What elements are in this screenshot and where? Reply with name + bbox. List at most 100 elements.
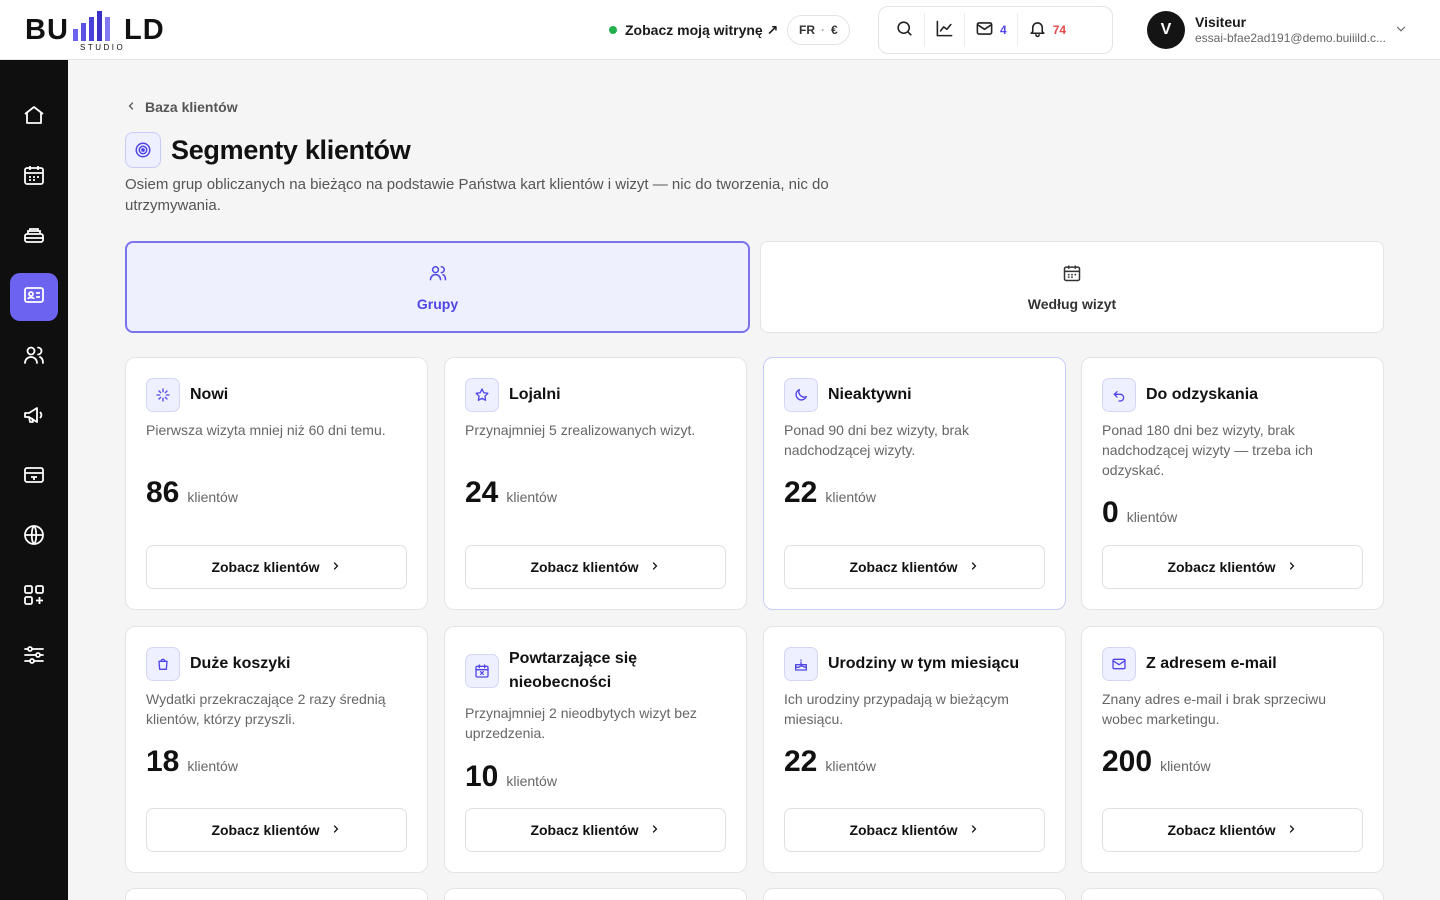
sidebar <box>0 60 68 900</box>
sidebar-item-team[interactable] <box>10 333 58 381</box>
sidebar-item-register[interactable] <box>10 453 58 501</box>
segment-count-value: 18 <box>146 745 180 778</box>
segment-count-value: 200 <box>1102 745 1153 778</box>
segment-card-to-recover: Do odzyskania Ponad 180 dni bez wizyty, … <box>1081 357 1384 610</box>
view-clients-button[interactable]: Zobacz klientów <box>1102 808 1363 852</box>
messages-button[interactable]: 4 <box>964 13 1017 47</box>
segment-card-partial <box>763 888 1066 900</box>
segment-count-value: 22 <box>784 476 818 509</box>
sliders-icon <box>22 643 46 672</box>
search-button[interactable] <box>885 13 924 47</box>
contact-card-icon <box>22 283 46 312</box>
chevron-right-icon <box>1286 822 1298 838</box>
shopping-bag-icon <box>146 647 180 681</box>
sidebar-item-website[interactable] <box>10 513 58 561</box>
segment-description: Wydatki przekraczające 2 razy średnią kl… <box>146 691 386 727</box>
segment-title: Urodziny w tym miesiącu <box>828 655 1020 672</box>
user-menu[interactable]: V Visiteur essai-bfae2ad191@demo.buiiild… <box>1147 11 1387 49</box>
segment-count-unit: klientów <box>187 489 238 505</box>
segment-title: Powtarzające się nieobecności <box>509 650 638 691</box>
sidebar-item-services[interactable] <box>10 213 58 261</box>
segment-count: 86 klientów <box>146 476 238 510</box>
view-clients-button[interactable]: Zobacz klientów <box>784 545 1045 589</box>
tab-groups-label: Grupy <box>416 295 459 312</box>
stats-button[interactable] <box>924 13 964 47</box>
chevron-right-icon <box>330 559 342 575</box>
segment-card-loyal: Lojalni Przynajmniej 5 zrealizowanych wi… <box>444 357 747 610</box>
undo-icon <box>1102 378 1136 412</box>
sidebar-item-apps[interactable] <box>10 573 58 621</box>
segment-count: 22 klientów <box>784 745 876 779</box>
page-title: Segmenty klientów <box>171 135 411 165</box>
users-icon <box>22 343 46 372</box>
chevron-down-icon[interactable] <box>1394 22 1408 41</box>
notifications-button[interactable]: 74 <box>1016 13 1076 47</box>
language-label: FR <box>799 23 815 37</box>
segment-count-value: 0 <box>1102 496 1119 529</box>
tab-groups[interactable]: Grupy <box>125 241 750 333</box>
chevron-right-icon <box>649 822 661 838</box>
view-clients-button[interactable]: Zobacz klientów <box>146 808 407 852</box>
tab-by-visits[interactable]: Według wizyt <box>760 241 1384 333</box>
sidebar-item-marketing[interactable] <box>10 393 58 441</box>
segment-title: Duże koszyki <box>190 655 291 672</box>
segment-card-partial <box>1081 888 1384 900</box>
segment-title: Lojalni <box>509 386 561 403</box>
view-clients-button[interactable]: Zobacz klientów <box>784 808 1045 852</box>
users-icon <box>428 263 448 286</box>
view-clients-button[interactable]: Zobacz klientów <box>465 545 726 589</box>
view-clients-button[interactable]: Zobacz klientów <box>1102 545 1363 589</box>
segment-card-partial <box>125 888 428 900</box>
star-icon <box>465 378 499 412</box>
segment-title: Z adresem e-mail <box>1146 655 1277 672</box>
chevron-right-icon <box>1286 559 1298 575</box>
view-clients-label: Zobacz klientów <box>211 822 320 838</box>
view-clients-label: Zobacz klientów <box>849 822 958 838</box>
user-name: Visiteur <box>1195 14 1247 30</box>
segment-count-unit: klientów <box>1126 509 1178 525</box>
apps-icon <box>22 583 46 612</box>
page-description: Osiem grup obliczanych na bieżąco na pod… <box>125 176 829 214</box>
mail-icon <box>1102 647 1136 681</box>
status-dot <box>609 26 617 34</box>
segment-card-birthdays: Urodziny w tym miesiącu Ich urodziny prz… <box>763 626 1066 873</box>
currency-label: € <box>831 23 838 37</box>
segment-description: Ponad 90 dni bez wizyty, brak nadchodząc… <box>784 422 969 458</box>
breadcrumb-label: Baza klientów <box>145 99 238 115</box>
stack-icon <box>22 223 46 252</box>
view-site-label: Zobacz moją witrynę ↗ <box>625 21 779 38</box>
segment-count-value: 24 <box>465 476 499 509</box>
svg-text:STUDIO: STUDIO <box>80 43 125 52</box>
logo[interactable]: BU LD STUDIO <box>25 9 185 53</box>
chevron-right-icon <box>649 559 661 575</box>
sidebar-item-clients[interactable] <box>10 273 58 321</box>
search-icon <box>895 19 914 41</box>
bell-icon <box>1028 19 1047 41</box>
segment-count: 24 klientów <box>465 476 557 510</box>
segment-description: Znany adres e-mail i brak sprzeciwu wobe… <box>1102 691 1327 727</box>
segment-tabs: Grupy Według wizyt <box>125 241 1384 333</box>
avatar: V <box>1147 11 1185 49</box>
segment-count-value: 22 <box>784 745 818 778</box>
segment-count-unit: klientów <box>506 773 557 789</box>
chevron-right-icon <box>330 822 342 838</box>
sidebar-item-home[interactable] <box>10 93 58 141</box>
top-bar: BU LD STUDIO Zobacz moją witrynę ↗ FR · … <box>0 0 1440 60</box>
view-clients-button[interactable]: Zobacz klientów <box>146 545 407 589</box>
mail-icon <box>975 19 994 41</box>
notifications-count: 74 <box>1052 23 1067 37</box>
segment-card-partial <box>444 888 747 900</box>
segment-count: 22 klientów <box>784 476 876 510</box>
target-icon <box>125 132 161 168</box>
sidebar-item-calendar[interactable] <box>10 153 58 201</box>
view-clients-button[interactable]: Zobacz klientów <box>465 808 726 852</box>
segment-count-value: 86 <box>146 476 180 509</box>
sidebar-item-settings[interactable] <box>10 633 58 681</box>
language-currency-switcher[interactable]: FR · € <box>787 15 850 45</box>
breadcrumb[interactable]: Baza klientów <box>125 99 238 115</box>
segment-count: 200 klientów <box>1102 745 1211 779</box>
view-clients-label: Zobacz klientów <box>1167 822 1276 838</box>
segment-description: Ich urodziny przypadają w bieżącym miesi… <box>784 691 1009 727</box>
view-site-link[interactable]: Zobacz moją witrynę ↗ <box>609 19 778 41</box>
segment-card-no-shows: Powtarzające się nieobecności Przynajmni… <box>444 626 747 873</box>
